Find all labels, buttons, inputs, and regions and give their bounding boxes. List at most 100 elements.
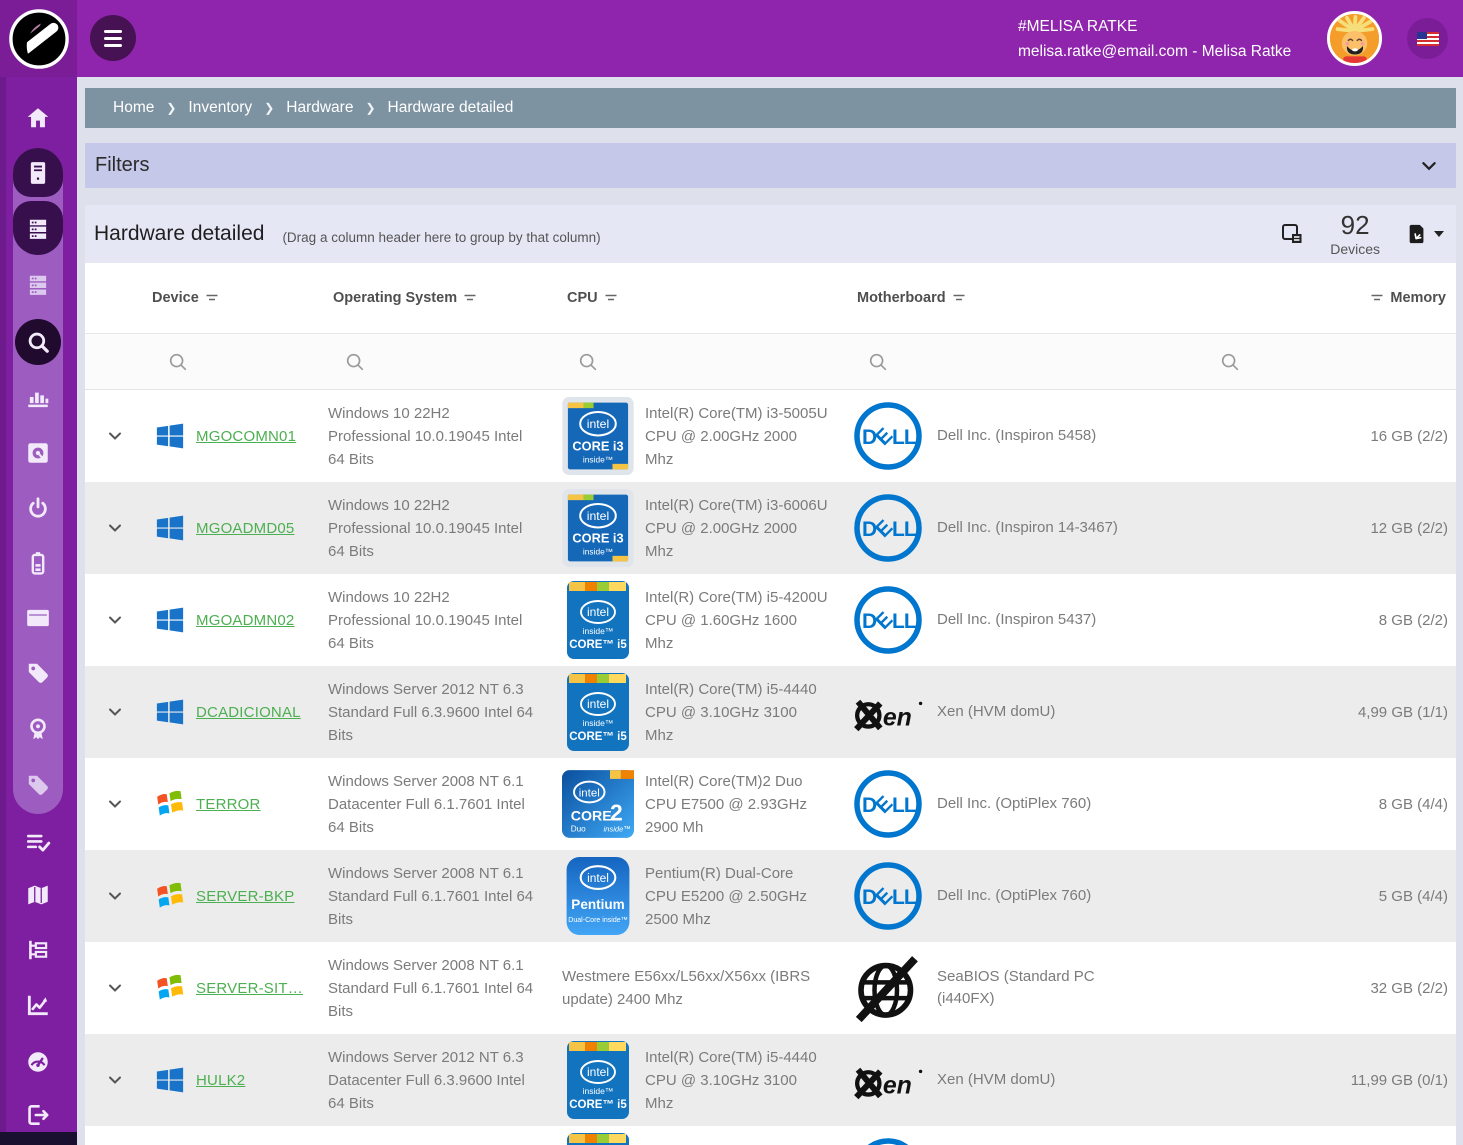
sidebar-item-computers[interactable]: [13, 148, 63, 198]
search-os-input[interactable]: [328, 351, 562, 373]
chevron-right-icon: ❯: [365, 101, 375, 115]
user-avatar[interactable]: [1327, 11, 1382, 66]
chevron-down-icon: [107, 612, 123, 628]
language-flag-button[interactable]: [1407, 18, 1448, 59]
sidebar-item-search[interactable]: [13, 317, 63, 367]
sidebar-item-charts[interactable]: [13, 980, 63, 1030]
sidebar-item-battery[interactable]: [13, 538, 63, 588]
chevron-down-icon: [107, 1072, 123, 1088]
table-row-partial: Windows 10 22H2 Intel(R) Core(TM) i5-444…: [85, 1126, 1456, 1145]
sidebar-item-dashboard[interactable]: [13, 1037, 63, 1087]
line-chart-icon: [25, 992, 51, 1018]
chevron-down-icon: [107, 980, 123, 996]
sidebar-item-tree[interactable]: [13, 925, 63, 975]
device-link[interactable]: SERVER-SIT…: [196, 980, 303, 997]
filter-icon[interactable]: [605, 294, 617, 302]
search-cpu-input[interactable]: [562, 351, 852, 373]
filter-icon[interactable]: [206, 294, 218, 302]
sidebar-item-servers[interactable]: [13, 204, 63, 254]
memory-text: 8 GB (2/2): [1150, 612, 1456, 629]
export-menu-caret[interactable]: [1434, 231, 1444, 237]
search-icon: [167, 351, 189, 373]
motherboard-text: Xen (HVM domU): [937, 701, 1075, 723]
sidebar-item-certificates[interactable]: [13, 704, 63, 754]
search-motherboard-input[interactable]: [852, 351, 1150, 373]
chevron-down-icon[interactable]: [1420, 157, 1438, 175]
sidebar-item-map[interactable]: [13, 870, 63, 920]
row-expander[interactable]: [85, 520, 147, 536]
os-text: Windows 10 22H2 Professional 10.0.19045 …: [328, 402, 562, 471]
hamburger-menu-button[interactable]: [90, 15, 136, 61]
intel-cpu-badge-icon: [562, 489, 634, 567]
os-text: Windows Server 2012 NT 6.3 Datacenter Fu…: [328, 1046, 562, 1115]
sidebar-item-tags[interactable]: [13, 648, 63, 698]
user-info: #MELISA RATKE melisa.ratke@email.com - M…: [1018, 14, 1291, 64]
column-header-memory[interactable]: Memory: [1150, 290, 1456, 306]
filter-icon[interactable]: [1371, 294, 1383, 302]
sidebar-item-tasks[interactable]: [13, 817, 63, 867]
breadcrumb-inventory[interactable]: Inventory: [188, 99, 252, 117]
export-file-icon: [1406, 223, 1428, 245]
sidebar-nav: [0, 77, 77, 1145]
computer-tower-icon: [25, 160, 51, 186]
tag-icon: [25, 772, 51, 798]
motherboard-text: Dell Inc. (OptiPlex 760): [937, 793, 1111, 815]
us-flag-icon: [1417, 32, 1439, 46]
device-link[interactable]: TERROR: [196, 796, 261, 813]
sidebar-item-home[interactable]: [13, 93, 63, 143]
export-button[interactable]: [1406, 223, 1444, 245]
page-title: Hardware detailed: [94, 222, 264, 246]
sidebar-item-labels[interactable]: [13, 760, 63, 810]
device-count: 92 Devices: [1330, 212, 1380, 256]
search-icon: [577, 351, 599, 373]
server-rack-icon: [25, 216, 51, 242]
column-chooser-icon: [1280, 222, 1304, 246]
app-logo[interactable]: [0, 0, 77, 77]
column-header-os[interactable]: Operating System: [328, 290, 562, 306]
device-link[interactable]: SERVER-BKP: [196, 888, 294, 905]
breadcrumb-home[interactable]: Home: [113, 99, 154, 117]
column-chooser-button[interactable]: [1280, 222, 1304, 246]
list-check-icon: [25, 829, 51, 855]
motherboard-text: Dell Inc. (Inspiron 5437): [937, 609, 1116, 631]
windows-logo-icon: [155, 789, 185, 819]
row-expander[interactable]: [85, 612, 147, 628]
row-expander[interactable]: [85, 428, 147, 444]
breadcrumb-hardware[interactable]: Hardware: [286, 99, 353, 117]
device-link[interactable]: MGOADMN02: [196, 612, 294, 629]
sidebar-item-storage[interactable]: [13, 428, 63, 478]
row-expander[interactable]: [85, 888, 147, 904]
breadcrumb-hardware-detailed[interactable]: Hardware detailed: [388, 99, 514, 117]
chevron-down-icon: [107, 796, 123, 812]
chevron-right-icon: ❯: [264, 101, 274, 115]
column-header-cpu[interactable]: CPU: [562, 290, 852, 306]
device-link[interactable]: DCADICIONAL: [196, 704, 301, 721]
user-name: #MELISA RATKE: [1018, 14, 1291, 39]
motherboard-text: SeaBIOS (Standard PC (i440FX): [937, 966, 1150, 1010]
column-header-motherboard[interactable]: Motherboard: [852, 290, 1150, 306]
row-expander[interactable]: [85, 704, 147, 720]
row-expander[interactable]: [85, 1072, 147, 1088]
motherboard-vendor-icon: [852, 1136, 924, 1145]
sidebar-item-software[interactable]: [13, 593, 63, 643]
device-link[interactable]: HULK2: [196, 1072, 245, 1089]
search-memory-input[interactable]: [1150, 351, 1456, 373]
search-device-input[interactable]: [147, 351, 328, 373]
bar-chart-icon: [25, 384, 51, 410]
filter-icon[interactable]: [464, 294, 476, 302]
row-expander[interactable]: [85, 980, 147, 996]
filters-panel-header[interactable]: Filters: [85, 143, 1456, 188]
table-row: MGOCOMN01 Windows 10 22H2 Professional 1…: [85, 390, 1456, 482]
table-row: SERVER-SIT… Windows Server 2008 NT 6.1 S…: [85, 942, 1456, 1034]
filter-icon[interactable]: [953, 294, 965, 302]
sidebar-item-server-groups[interactable]: [13, 260, 63, 310]
os-text: Windows 10 22H2 Professional 10.0.19045 …: [328, 494, 562, 563]
device-link[interactable]: MGOADMD05: [196, 520, 294, 537]
sidebar-item-statistics[interactable]: [13, 372, 63, 422]
column-header-device[interactable]: Device: [147, 290, 328, 306]
row-expander[interactable]: [85, 796, 147, 812]
device-count-number: 92: [1330, 212, 1380, 238]
home-icon: [25, 105, 51, 131]
sidebar-item-power[interactable]: [13, 483, 63, 533]
device-link[interactable]: MGOCOMN01: [196, 428, 296, 445]
